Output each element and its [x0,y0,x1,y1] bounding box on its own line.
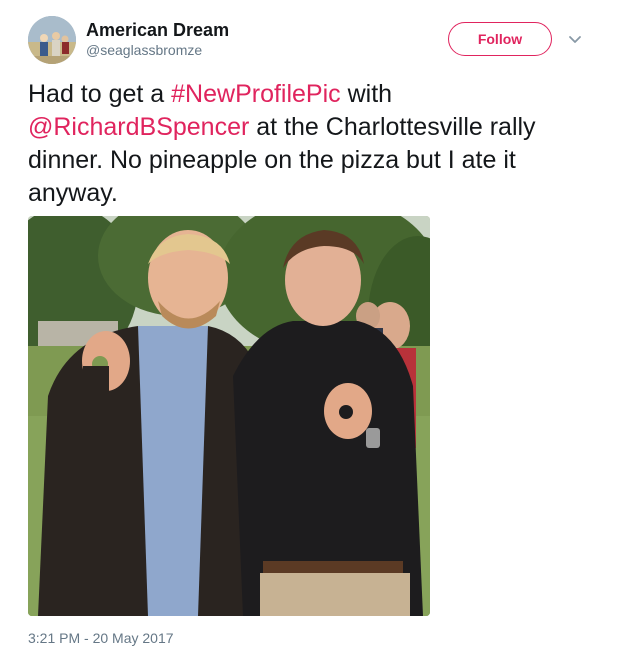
mention-link[interactable]: @RichardBSpencer [28,113,249,141]
hashtag-link[interactable]: #NewProfilePic [171,80,341,108]
tweet-text: Had to get a #NewProfilePic with @Richar… [28,78,608,210]
tweet-text-part: with [340,80,393,108]
tweet-header: American Dream @seaglassbromze Follow [28,16,598,66]
author-names: American Dream @seaglassbromze [86,19,229,59]
avatar-image [28,16,76,64]
photo-image [28,216,430,616]
tweet-photo[interactable] [28,216,430,616]
follow-button[interactable]: Follow [448,22,552,56]
author-display-name[interactable]: American Dream [86,19,229,41]
chevron-down-icon[interactable] [566,30,584,48]
tweet-timestamp[interactable]: 3:21 PM - 20 May 2017 [28,630,174,646]
author-handle[interactable]: @seaglassbromze [86,41,229,59]
tweet-card: American Dream @seaglassbromze Follow Ha… [0,0,621,658]
tweet-text-part: Had to get a [28,80,172,108]
avatar[interactable] [28,16,76,64]
